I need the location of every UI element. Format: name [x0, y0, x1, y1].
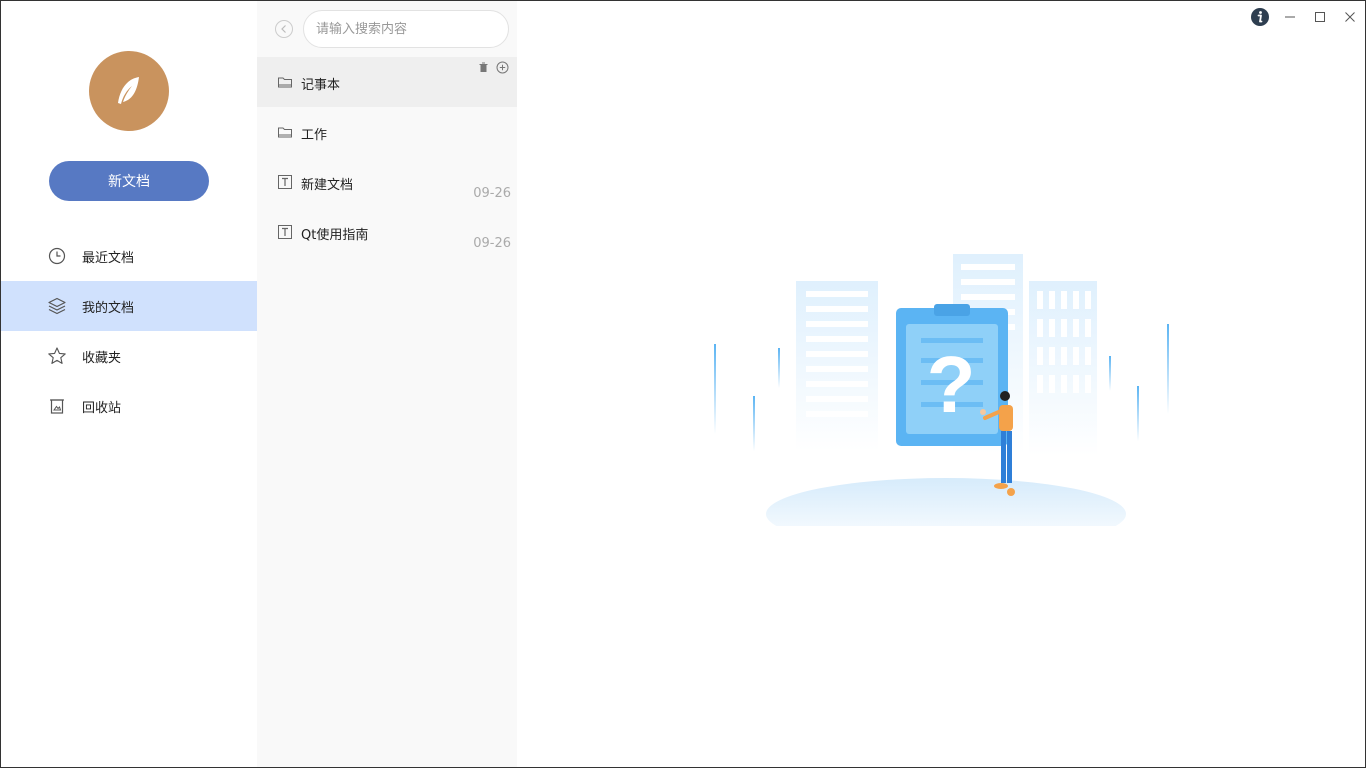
list-item-name: 新建文档 [301, 178, 354, 193]
list-item-name: Qt使用指南 [301, 228, 369, 243]
sidebar-item-favorites[interactable]: 收藏夹 [1, 331, 257, 381]
list-item-new-doc[interactable]: 新建文档 09-26 [257, 157, 517, 207]
list-item-qt-guide[interactable]: Qt使用指南 09-26 [257, 207, 517, 257]
trash-icon [479, 62, 488, 72]
maximize-icon [1315, 12, 1325, 22]
sidebar-item-label: 收藏夹 [82, 350, 122, 366]
list-item-name: 工作 [301, 128, 328, 143]
sidebar-item-label: 回收站 [82, 400, 122, 416]
avatar[interactable] [89, 51, 169, 131]
window-controls [1245, 1, 1365, 33]
sidebar-item-trash[interactable]: 回收站 [1, 381, 257, 431]
maximize-button[interactable] [1305, 1, 1335, 33]
back-button[interactable] [275, 20, 293, 38]
text-document-icon [278, 225, 292, 239]
svg-text:?: ? [927, 340, 976, 429]
close-button[interactable] [1335, 1, 1365, 33]
info-button[interactable] [1245, 1, 1275, 33]
close-icon [1345, 12, 1355, 22]
minimize-icon [1285, 16, 1295, 18]
delete-button[interactable] [477, 61, 490, 74]
sidebar-nav: 最近文档 我的文档 收藏夹 回收站 [1, 231, 257, 431]
sidebar-item-my-docs[interactable]: 我的文档 [1, 281, 257, 331]
layers-icon [48, 297, 66, 315]
new-document-button[interactable]: 新文档 [49, 161, 209, 201]
search-input[interactable] [303, 10, 509, 48]
star-icon [48, 347, 66, 364]
sidebar-item-label: 我的文档 [82, 300, 135, 316]
info-icon [1251, 8, 1269, 26]
empty-state-illustration: ? [714, 254, 1169, 526]
trash-bin-icon [50, 399, 64, 414]
folder-icon [278, 77, 292, 88]
document-list-panel: 记事本 [257, 1, 517, 767]
list-item-notebook[interactable]: 记事本 [257, 57, 517, 107]
sidebar: 新文档 最近文档 我的文档 收藏夹 回收站 [1, 1, 257, 767]
add-button[interactable] [496, 61, 509, 74]
plus-circle-icon [496, 61, 509, 74]
folder-icon [278, 127, 292, 138]
feather-icon [118, 77, 139, 104]
list-item-date: 09-26 [473, 186, 511, 201]
list-item-date: 09-26 [473, 236, 511, 251]
list-item-work[interactable]: 工作 [257, 107, 517, 157]
minimize-button[interactable] [1275, 1, 1305, 33]
clock-icon [48, 247, 66, 265]
list-item-name: 记事本 [301, 78, 341, 93]
sidebar-item-label: 最近文档 [82, 250, 135, 266]
item-actions [477, 61, 509, 74]
text-document-icon [278, 175, 292, 189]
app-window: 新文档 最近文档 我的文档 收藏夹 回收站 请输入搜索内容 记事本 工作 新建文… [0, 0, 1366, 768]
chevron-left-icon [281, 25, 286, 33]
sidebar-item-recent[interactable]: 最近文档 [1, 231, 257, 281]
